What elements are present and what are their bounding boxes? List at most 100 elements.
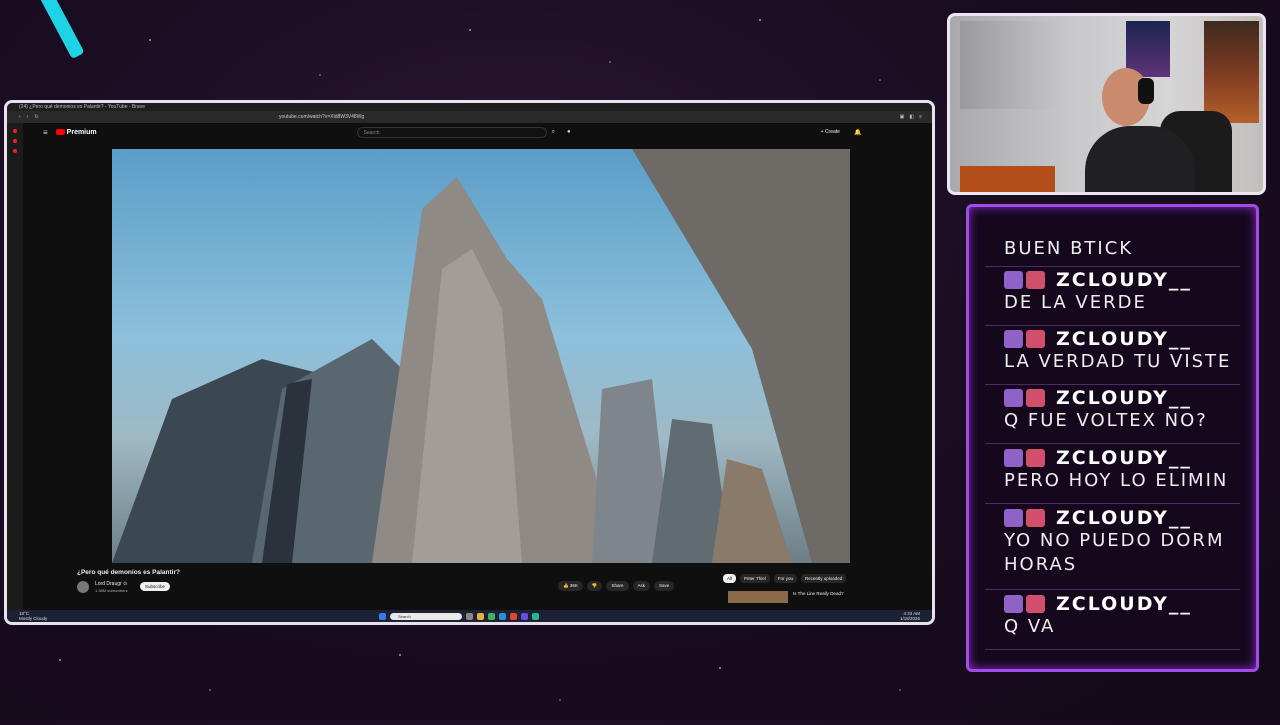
username: ZCLOUDY__	[1056, 328, 1192, 350]
browser-window: (24) ¿Pero qué demonios es Palantir? - Y…	[4, 100, 935, 625]
chat-message: ZCLOUDY__ DE LA VERDE	[1004, 269, 1246, 315]
app-icon[interactable]	[532, 612, 539, 620]
save-button[interactable]: Save	[654, 581, 675, 591]
chat-message: ZCLOUDY__ LA VERDAD TU VISTE	[1004, 328, 1246, 374]
twitch-icon	[1004, 449, 1023, 467]
recommendation-chips: All Peter Thiel For you Recently uploade…	[723, 574, 847, 583]
forward-icon[interactable]: ›	[27, 114, 29, 120]
sidebar-icon[interactable]	[13, 129, 17, 133]
extensions-icon[interactable]: ▣	[900, 114, 905, 120]
search-input[interactable]: Search	[356, 126, 547, 138]
wall-poster	[1204, 21, 1259, 123]
video-actions: 👍 36K 👎 Share Ask Save	[558, 581, 675, 591]
youtube-logo[interactable]: Premium	[55, 128, 97, 136]
address-bar-row: ‹ › ↻ youtube.com/watch?v=Xld8W3V48Wg ▣ …	[7, 111, 932, 123]
nav-buttons: ‹ › ↻	[7, 114, 59, 120]
search-icon[interactable]: ⌕	[552, 129, 555, 136]
message-text: PERO HOY LO ELIMIN	[1004, 470, 1229, 491]
chat-message: ZCLOUDY__ Q VA	[1004, 593, 1246, 639]
share-button[interactable]: Share	[606, 581, 629, 591]
channel-avatar[interactable]	[77, 581, 89, 593]
file-explorer-icon[interactable]	[477, 612, 484, 620]
username: ZCLOUDY__	[1056, 507, 1192, 529]
video-details: ¿Pero qué demonios es Palantir? Lord Dra…	[23, 563, 932, 610]
app-icon[interactable]	[521, 612, 528, 620]
app-icon[interactable]	[488, 612, 495, 620]
x-icon	[1026, 595, 1045, 613]
chat-divider	[985, 649, 1240, 650]
youtube-play-icon	[55, 129, 65, 135]
app-icon[interactable]	[499, 612, 506, 620]
chat-message: ZCLOUDY__ YO NO PUEDO DORM HORAS	[1004, 507, 1246, 577]
chip-for-you[interactable]: For you	[773, 574, 797, 583]
recommended-title[interactable]: Is The Line Really Dead?	[793, 591, 843, 596]
reload-icon[interactable]: ↻	[34, 114, 38, 120]
dislike-button[interactable]: 👎	[586, 581, 603, 591]
message-text: YO NO PUEDO DORM	[1004, 530, 1225, 551]
twitch-icon	[1004, 389, 1023, 407]
x-icon	[1026, 509, 1045, 527]
badges: ZCLOUDY__	[1004, 593, 1246, 615]
webcam-overlay	[947, 13, 1266, 195]
streamer-body	[1085, 126, 1195, 192]
microphone-icon[interactable]: ●	[567, 129, 571, 135]
url-field[interactable]: youtube.com/watch?v=Xld8W3V48Wg	[279, 114, 364, 120]
hamburger-icon[interactable]: ≡	[43, 128, 48, 137]
ask-button[interactable]: Ask	[632, 581, 651, 591]
taskbar-clock[interactable]: 4:33 AM 1/18/2026	[900, 611, 932, 621]
twitch-icon	[1004, 509, 1023, 527]
message-text: BUEN BTICK	[1004, 238, 1134, 259]
taskbar-center: Search	[379, 612, 539, 620]
browser-toolbar: ▣ ◧ ≡	[900, 114, 932, 120]
chat-overlay: BUEN BTICK ZCLOUDY__ DE LA VERDE ZCLOUDY…	[966, 204, 1259, 672]
badges: ZCLOUDY__	[1004, 447, 1246, 469]
chat-divider	[985, 325, 1240, 326]
sidebar-icon[interactable]	[13, 149, 17, 153]
brave-icon[interactable]	[510, 612, 517, 620]
recommended-thumbnail[interactable]	[728, 591, 788, 603]
subscribe-button[interactable]: Subscribe	[140, 582, 171, 591]
chat-messages: BUEN BTICK ZCLOUDY__ DE LA VERDE ZCLOUDY…	[969, 207, 1256, 669]
thumbs-up-icon: 👍	[563, 583, 570, 588]
sidebar-icon[interactable]	[13, 139, 17, 143]
taskbar-search[interactable]: Search	[390, 612, 462, 620]
x-icon	[1026, 389, 1045, 407]
chip-all[interactable]: All	[723, 574, 737, 583]
x-icon	[1026, 330, 1045, 348]
back-icon[interactable]: ‹	[19, 114, 21, 120]
weather-widget[interactable]: 18°C Mostly Cloudy	[7, 611, 79, 621]
chip-recently-uploaded[interactable]: Recently uploaded	[800, 574, 847, 583]
username: ZCLOUDY__	[1056, 269, 1192, 291]
twitch-icon	[1004, 271, 1023, 289]
chat-divider	[985, 503, 1240, 504]
chip-peter-thiel[interactable]: Peter Thiel	[740, 574, 770, 583]
notifications-icon[interactable]: 🔔	[854, 129, 861, 136]
clock-date: 1/18/2026	[899, 616, 920, 621]
chat-divider	[985, 384, 1240, 385]
username: ZCLOUDY__	[1056, 387, 1192, 409]
start-icon[interactable]	[379, 612, 386, 620]
youtube-logo-text: Premium	[66, 128, 97, 136]
create-button[interactable]: + Create	[821, 129, 840, 135]
chat-message: BUEN BTICK	[1004, 237, 1246, 261]
username: ZCLOUDY__	[1056, 593, 1192, 615]
thumbs-down-icon: 👎	[591, 583, 598, 588]
taskview-icon[interactable]	[466, 612, 473, 620]
decorative-streak	[39, 0, 85, 60]
channel-name[interactable]: Lord Draugr ⊙	[95, 581, 127, 587]
message-text-continued: HORAS	[1004, 554, 1078, 575]
like-count: 36K	[569, 583, 578, 588]
sidebar-toggle-icon[interactable]: ◧	[909, 114, 914, 120]
room-window	[960, 21, 1058, 109]
menu-icon[interactable]: ≡	[919, 114, 922, 120]
video-frame-skyscrapers	[112, 149, 850, 563]
chat-divider	[985, 589, 1240, 590]
video-title: ¿Pero qué demonios es Palantir?	[77, 569, 180, 576]
video-player[interactable]	[112, 149, 850, 563]
like-button[interactable]: 👍 36K	[558, 581, 583, 591]
chat-divider	[985, 443, 1240, 444]
x-icon	[1026, 449, 1045, 467]
chat-divider	[985, 266, 1240, 267]
weather-desc: Mostly Cloudy	[19, 616, 48, 621]
windows-taskbar: 18°C Mostly Cloudy Search 4:33 AM 1/18/2…	[7, 610, 932, 622]
